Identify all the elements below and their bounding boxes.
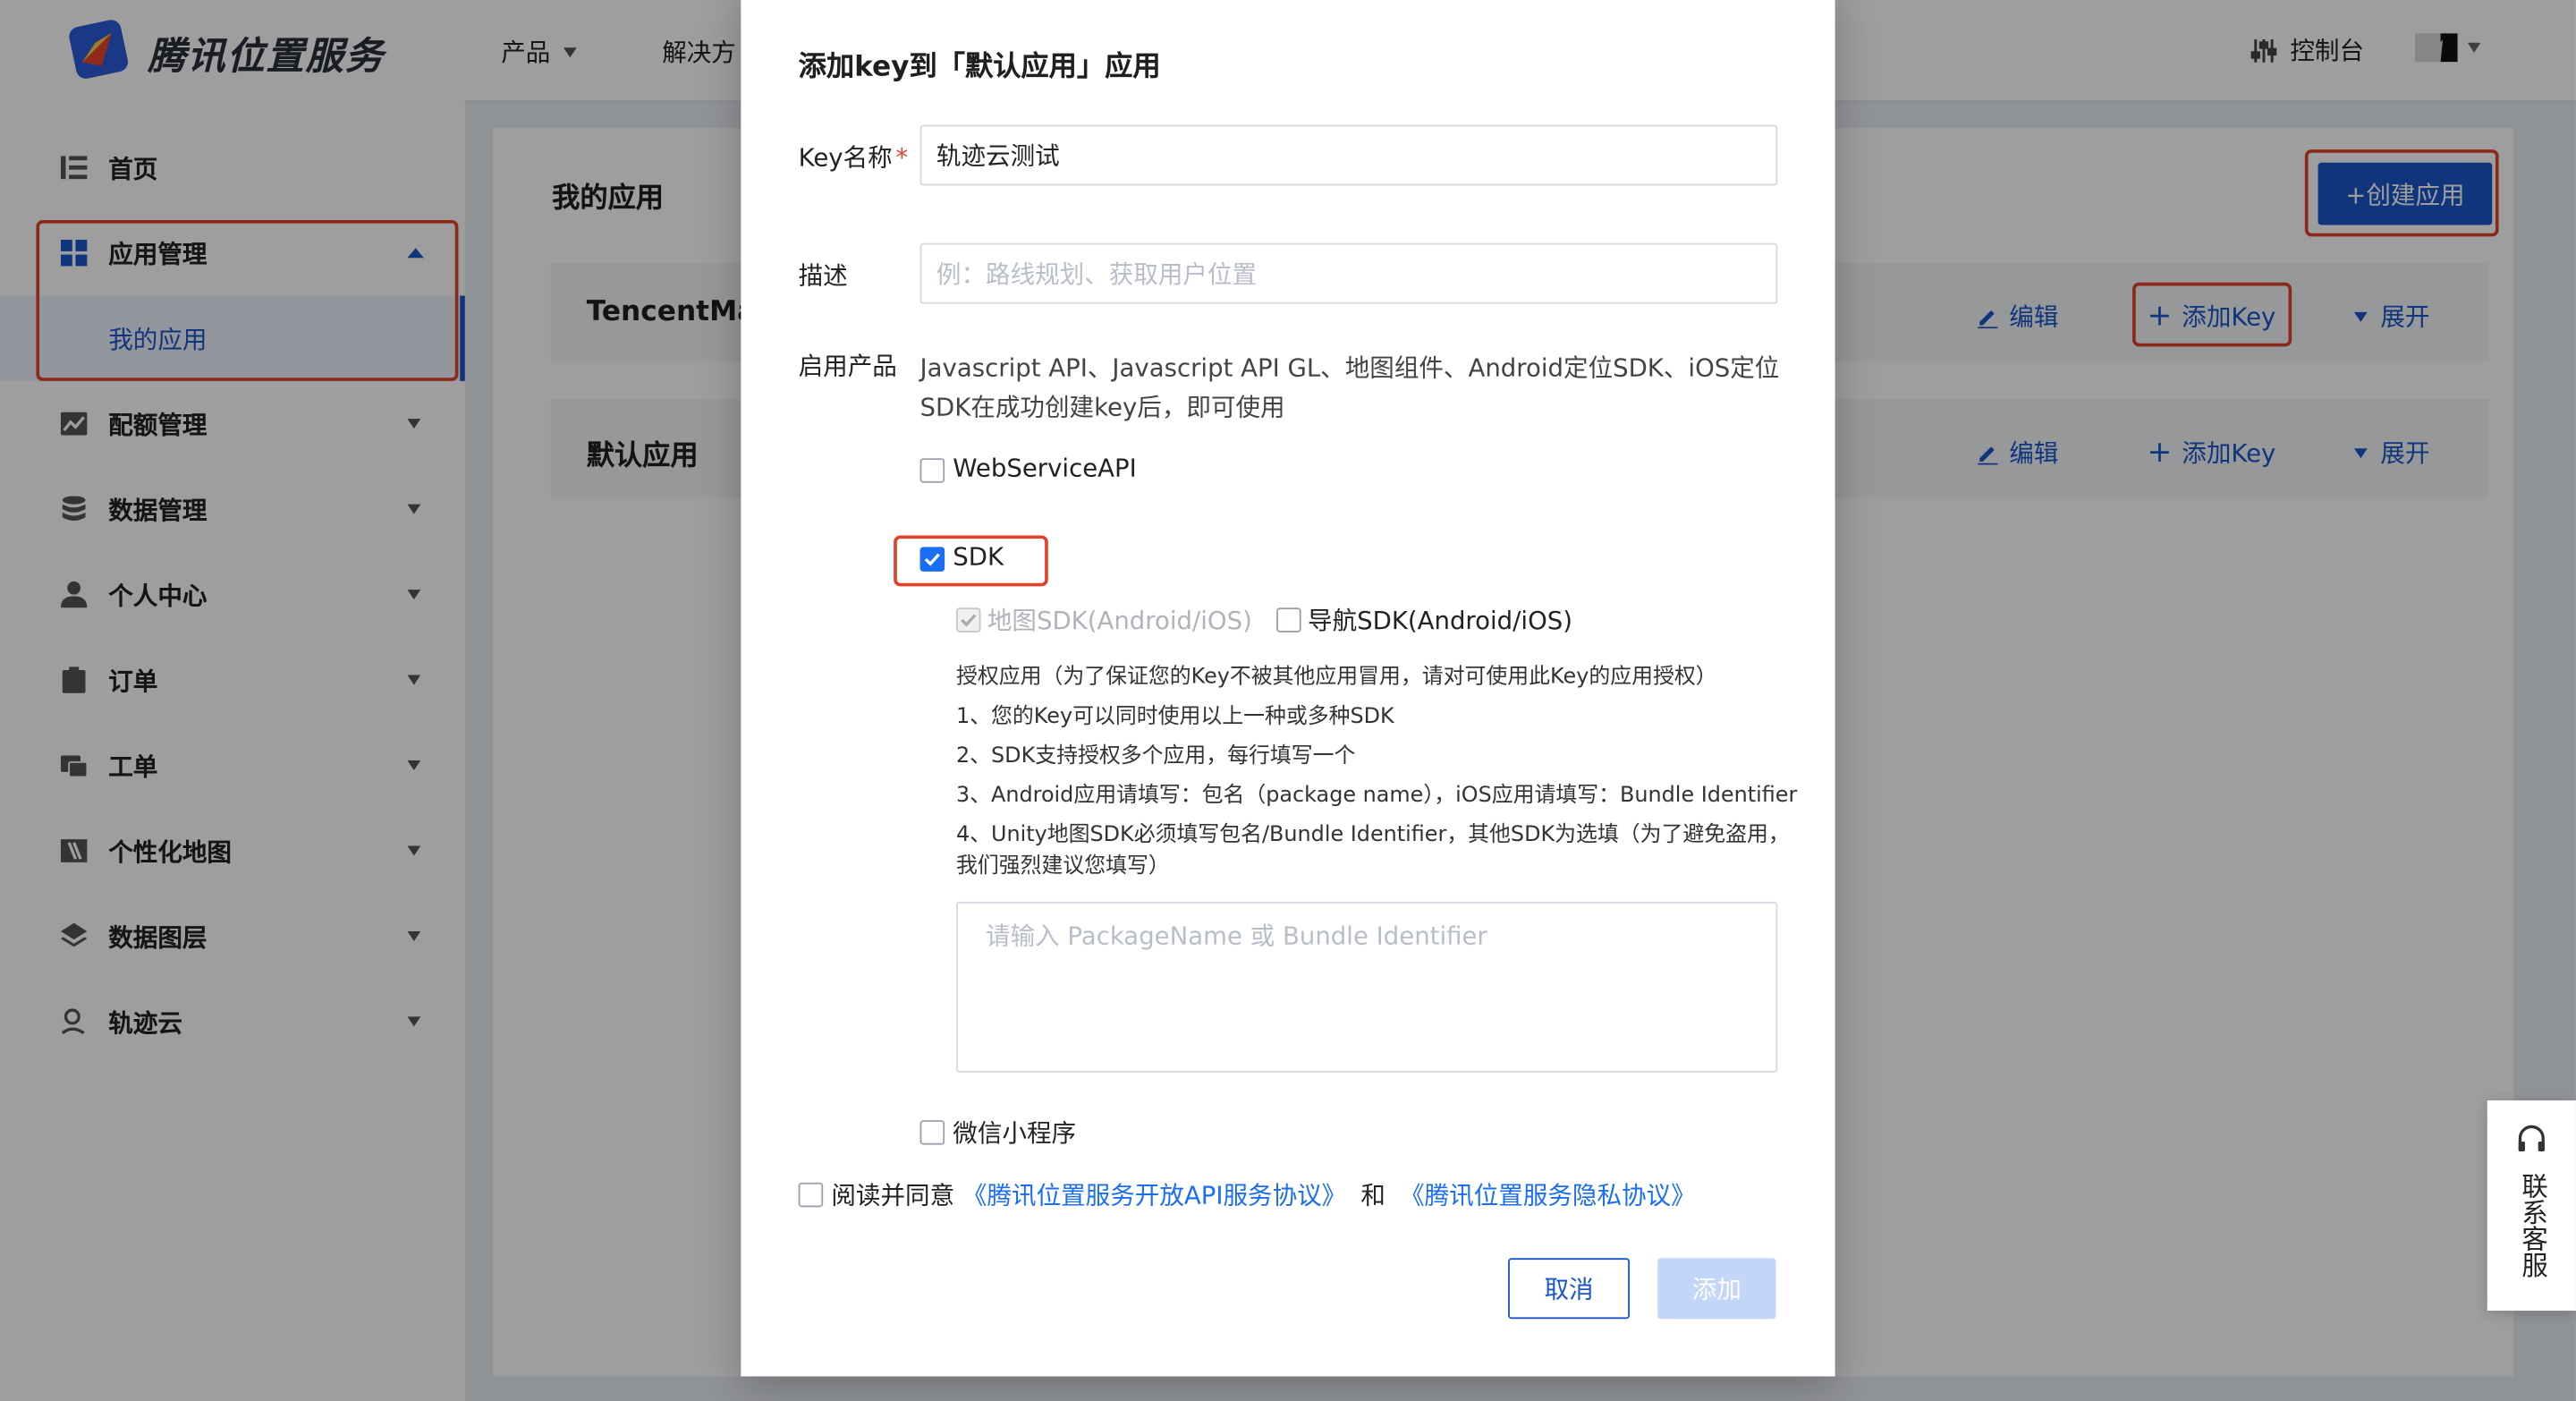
privacy-agreement-link[interactable]: 《腾讯位置服务隐私协议》: [1400, 1181, 1696, 1210]
key-name-label-text: Key名称: [798, 142, 893, 173]
package-name-textarea[interactable]: 请输入 PackageName 或 Bundle Identifier: [955, 901, 1778, 1073]
check-icon: [961, 614, 977, 627]
headset-icon: [2515, 1124, 2548, 1157]
miniprogram-checkbox[interactable]: [919, 1120, 945, 1145]
agree-checkbox[interactable]: [798, 1182, 824, 1208]
required-mark: *: [895, 142, 909, 173]
auth-note-line: 3、Android应用请填写：包名（package name），iOS应用请填写…: [955, 783, 1798, 809]
map-sdk-checkbox: [955, 607, 981, 633]
cancel-button[interactable]: 取消: [1508, 1258, 1631, 1320]
highlight-box: [894, 535, 1048, 587]
webservice-checkbox[interactable]: [919, 458, 945, 483]
api-agreement-link[interactable]: 《腾讯位置服务开放API服务协议》: [962, 1181, 1346, 1210]
agree-prefix: 阅读并同意: [831, 1181, 955, 1211]
dialog-title: 添加key到「默认应用」应用: [798, 50, 1161, 84]
auth-note-line: 2、SDK支持授权多个应用，每行填写一个: [955, 743, 1356, 769]
customer-service-widget[interactable]: 联系客服: [2487, 1100, 2576, 1312]
key-name-input[interactable]: 轨迹云测试: [919, 124, 1778, 186]
nav-sdk-checkbox[interactable]: [1276, 607, 1301, 633]
nav-sdk-label: 导航SDK(Android/iOS): [1308, 606, 1573, 636]
products-label: 启用产品: [798, 351, 897, 381]
webservice-label: WebServiceAPI: [953, 453, 1137, 483]
app-root: 腾讯位置服务 产品 解决方 控制台 首页 应用管理 我的应用 配额管理 数据管理…: [0, 0, 2576, 1401]
products-note-line2: SDK在成功创建key后，即可使用: [919, 392, 1285, 422]
miniprogram-label: 微信小程序: [953, 1118, 1077, 1149]
auth-note-line: 授权应用（为了保证您的Key不被其他应用冒用，请对可使用此Key的应用授权）: [955, 665, 1717, 691]
desc-label: 描述: [798, 260, 848, 291]
customer-service-label: 联系客服: [2516, 1172, 2548, 1278]
agree-text: 阅读并同意 《腾讯位置服务开放API服务协议》 和 《腾讯位置服务隐私协议》: [831, 1177, 1695, 1212]
auth-note-line: 4、Unity地图SDK必须填写包名/Bundle Identifier，其他S…: [955, 822, 1790, 848]
add-button[interactable]: 添加: [1657, 1258, 1776, 1320]
add-key-dialog: 添加key到「默认应用」应用 Key名称 * 轨迹云测试 描述 例：路线规划、获取…: [741, 0, 1835, 1377]
key-name-label: Key名称 *: [799, 140, 909, 174]
map-sdk-label: 地图SDK(Android/iOS): [987, 606, 1252, 636]
description-input[interactable]: 例：路线规划、获取用户位置: [919, 242, 1778, 304]
auth-note-line: 1、您的Key可以同时使用以上一种或多种SDK: [955, 704, 1394, 730]
agree-and: 和: [1360, 1181, 1385, 1211]
auth-note-line: 我们强烈建议您填写）: [955, 853, 1170, 879]
products-note-line1: Javascript API、Javascript API GL、地图组件、An…: [919, 352, 1780, 383]
